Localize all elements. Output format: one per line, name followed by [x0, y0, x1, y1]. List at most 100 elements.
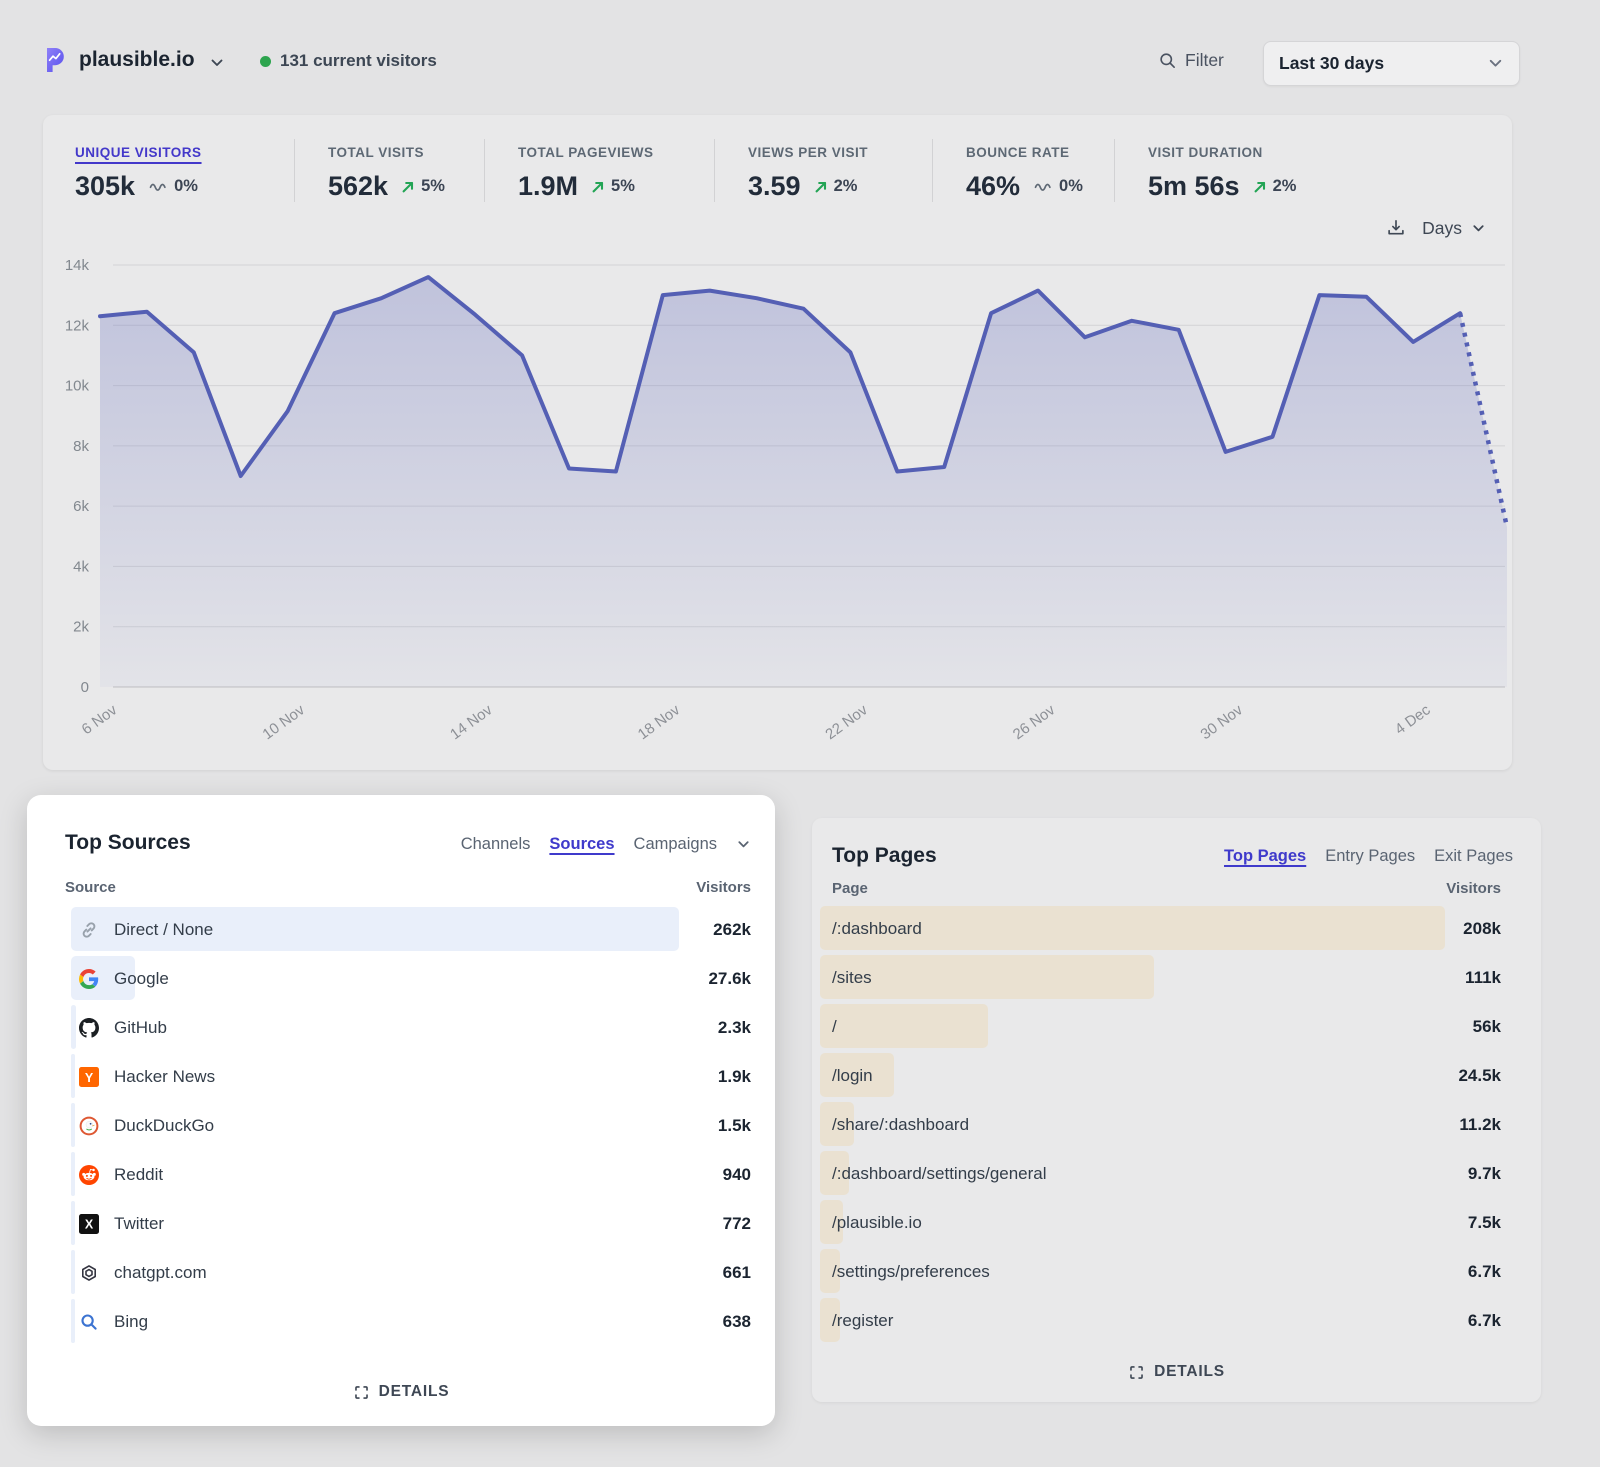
site-name[interactable]: plausible.io — [79, 48, 195, 72]
stat-value: 305k — [75, 171, 135, 202]
interval-select[interactable]: Days — [1422, 218, 1486, 239]
stat-views-per-visit[interactable]: VIEWS PER VISIT3.592% — [714, 139, 932, 202]
row-visitors: 661 — [723, 1263, 751, 1283]
row-label: /settings/preferences — [832, 1262, 990, 1282]
table-row-hacker-news[interactable]: YHacker News1.9k — [65, 1052, 751, 1101]
stat-total-visits[interactable]: TOTAL VISITS562k5% — [294, 139, 484, 202]
row-visitors: 111k — [1465, 968, 1501, 988]
table-row-chatgpt-com[interactable]: chatgpt.com 661 — [65, 1248, 751, 1297]
visitors-area-chart[interactable]: 02k4k6k8k10k12k14k6 Nov10 Nov14 Nov18 No… — [43, 250, 1512, 760]
row-label: chatgpt.com — [114, 1263, 207, 1283]
stat-change-value: 2% — [1273, 177, 1297, 196]
stat-value: 5m 56s — [1148, 171, 1240, 202]
value-bar — [71, 1054, 75, 1098]
chevron-down-icon — [1471, 221, 1486, 236]
stat-unique-visitors[interactable]: UNIQUE VISITORS305k0% — [75, 139, 294, 202]
plausible-dashboard: plausible.io 131 current visitors Filter… — [0, 0, 1600, 1467]
svg-text:10 Nov: 10 Nov — [260, 701, 309, 743]
row-label: /register — [832, 1311, 893, 1331]
svg-text:Y: Y — [85, 1070, 94, 1084]
table-row-direct-none[interactable]: Direct / None262k — [65, 905, 751, 954]
svg-text:4k: 4k — [73, 558, 89, 575]
row-label: Reddit — [114, 1165, 163, 1185]
current-visitors[interactable]: 131 current visitors — [260, 51, 437, 71]
top-sources-columns: Source Visitors — [65, 879, 751, 896]
chart-toolbar: Days — [1385, 217, 1486, 239]
table-row-plausible-io[interactable]: /plausible.io7.5k — [820, 1198, 1501, 1247]
sources-details-button[interactable]: DETAILS — [27, 1382, 775, 1402]
row-label: /plausible.io — [832, 1213, 922, 1233]
row-visitors: 2.3k — [718, 1018, 751, 1038]
stat-change-value: 0% — [1059, 177, 1083, 196]
row-visitors: 6.7k — [1468, 1262, 1501, 1282]
top-sources-title: Top Sources — [65, 831, 191, 855]
stat-bounce-rate[interactable]: BOUNCE RATE46%0% — [932, 139, 1114, 202]
filter-button[interactable]: Filter — [1158, 50, 1224, 71]
chevron-down-icon — [1487, 55, 1504, 72]
table-row-twitter[interactable]: XTwitter772 — [65, 1199, 751, 1248]
table-row-dashboard[interactable]: /:dashboard208k — [820, 904, 1501, 953]
row-visitors: 772 — [723, 1214, 751, 1234]
row-visitors: 11.2k — [1459, 1115, 1501, 1135]
row-label: Direct / None — [114, 920, 213, 940]
tab-entry-pages[interactable]: Entry Pages — [1325, 847, 1415, 866]
stat-change-value: 0% — [174, 177, 198, 196]
table-row-github[interactable]: GitHub 2.3k — [65, 1003, 751, 1052]
table-row-reddit[interactable]: Reddit940 — [65, 1150, 751, 1199]
row-visitors: 24.5k — [1458, 1066, 1501, 1086]
table-row-bing[interactable]: Bing638 — [65, 1297, 751, 1346]
table-row-duckduckgo[interactable]: DuckDuckGo1.5k — [65, 1101, 751, 1150]
stat-change-value: 2% — [834, 177, 858, 196]
stat-value: 3.59 — [748, 171, 801, 202]
reddit-icon — [79, 1165, 99, 1185]
trend-flat-icon — [148, 181, 168, 192]
link-icon — [79, 920, 99, 940]
top-sources-tabs: Channels Sources Campaigns — [461, 835, 751, 854]
table-row-google[interactable]: Google27.6k — [65, 954, 751, 1003]
svg-text:6k: 6k — [73, 498, 89, 515]
table-row-sites[interactable]: /sites111k — [820, 953, 1501, 1002]
tab-sources[interactable]: Sources — [549, 835, 614, 854]
chevron-down-icon[interactable] — [736, 837, 751, 852]
top-pages-list: /:dashboard208k/sites111k / 56k/login 24.5k… — [820, 904, 1501, 1345]
row-visitors: 56k — [1473, 1017, 1501, 1037]
svg-text:14 Nov: 14 Nov — [447, 701, 496, 743]
date-range-select[interactable]: Last 30 days — [1263, 41, 1520, 86]
download-icon[interactable] — [1385, 217, 1407, 239]
stats-row: UNIQUE VISITORS305k0%TOTAL VISITS562k5%T… — [75, 139, 1414, 202]
top-pages-tabs: Top Pages Entry Pages Exit Pages — [1224, 847, 1513, 866]
stat-total-pageviews[interactable]: TOTAL PAGEVIEWS1.9M5% — [484, 139, 714, 202]
tab-channels[interactable]: Channels — [461, 835, 531, 854]
row-label: / — [832, 1017, 837, 1037]
svg-text:22 Nov: 22 Nov — [822, 701, 871, 743]
table-row-dashboard-settings-general[interactable]: /:dashboard/settings/general9.7k — [820, 1149, 1501, 1198]
row-label: /login — [832, 1066, 873, 1086]
tab-top-pages[interactable]: Top Pages — [1224, 847, 1306, 866]
plausible-logo-icon — [41, 45, 69, 75]
top-sources-list: Direct / None262kGoogle27.6k GitHub 2.3k YH… — [65, 905, 751, 1346]
pages-details-button[interactable]: DETAILS — [812, 1362, 1541, 1382]
tab-exit-pages[interactable]: Exit Pages — [1434, 847, 1513, 866]
tab-campaigns[interactable]: Campaigns — [634, 835, 717, 854]
trend-up-arrow-icon — [1253, 180, 1267, 194]
row-visitors: 27.6k — [708, 969, 751, 989]
row-label: GitHub — [114, 1018, 167, 1038]
svg-text:0: 0 — [81, 679, 89, 696]
stat-value: 46% — [966, 171, 1020, 202]
table-row-share-dashboard[interactable]: /share/:dashboard11.2k — [820, 1100, 1501, 1149]
value-bar — [71, 1201, 75, 1245]
table-row-register[interactable]: /register6.7k — [820, 1296, 1501, 1345]
visitors-chart-card: UNIQUE VISITORS305k0%TOTAL VISITS562k5%T… — [43, 115, 1512, 770]
stat-visit-duration[interactable]: VISIT DURATION5m 56s2% — [1114, 139, 1414, 202]
svg-text:X: X — [85, 1217, 94, 1231]
column-page: Page — [832, 880, 868, 897]
table-row-login[interactable]: /login 24.5k — [820, 1051, 1501, 1100]
live-dot-icon — [260, 56, 271, 67]
table-row-settings-preferences[interactable]: /settings/preferences 6.7k — [820, 1247, 1501, 1296]
google-icon — [79, 969, 99, 989]
chevron-down-icon[interactable] — [209, 55, 225, 71]
row-visitors: 638 — [723, 1312, 751, 1332]
table-row-[interactable]: / 56k — [820, 1002, 1501, 1051]
svg-text:18 Nov: 18 Nov — [635, 701, 684, 743]
search-icon — [1158, 51, 1177, 70]
